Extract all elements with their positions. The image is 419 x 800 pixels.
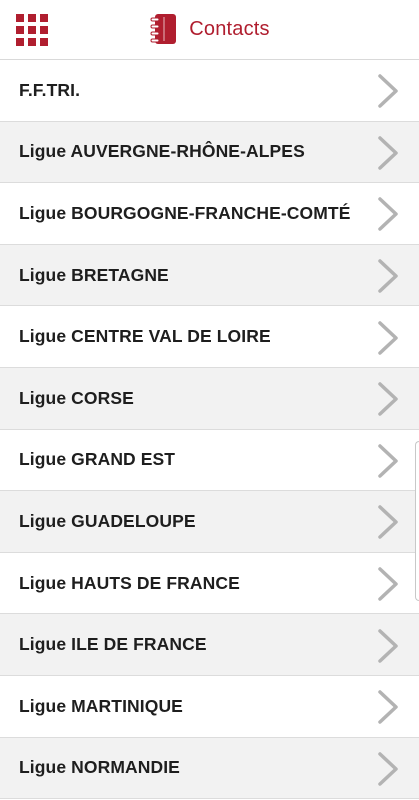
chevron-right-icon [377, 320, 399, 355]
list-item[interactable]: Ligue ILE DE FRANCE [0, 614, 419, 676]
list-item[interactable]: F.F.TRI. [0, 60, 419, 122]
list-item[interactable]: Ligue MARTINIQUE [0, 676, 419, 738]
list-item-label: Ligue GRAND EST [19, 449, 176, 470]
list-item[interactable]: Ligue HAUTS DE FRANCE [0, 553, 419, 615]
chevron-right-icon [377, 444, 399, 478]
list-item[interactable]: Ligue NORMANDIE [0, 737, 419, 800]
list-item[interactable]: Ligue CENTRE VAL DE LOIRE [0, 306, 419, 368]
chevron-right-icon [377, 690, 399, 724]
list-item-label: Ligue HAUTS DE FRANCE [19, 572, 240, 593]
contacts-screen: Contacts F.F.TRI. Ligue AUVERGNE-RHÔNE-AL… [0, 0, 419, 800]
page-title: Contacts [189, 17, 270, 40]
contacts-list: F.F.TRI. Ligue AUVERGNE-RHÔNE-ALPES Ligue … [0, 60, 419, 800]
chevron-right-icon [377, 752, 399, 786]
list-item[interactable]: Ligue GRAND EST [0, 430, 419, 492]
chevron-right-icon [377, 197, 399, 232]
chevron-right-icon [377, 136, 399, 170]
list-item-label: F.F.TRI. [19, 79, 81, 100]
list-item[interactable]: Ligue BOURGOGNE-FRANCHE-COMTÉ [0, 183, 419, 245]
list-item-label: Ligue ILE DE FRANCE [19, 634, 207, 655]
chevron-right-icon [377, 505, 399, 540]
list-item-label: Ligue CENTRE VAL DE LOIRE [19, 326, 271, 347]
list-item-label: Ligue BRETAGNE [19, 264, 169, 285]
list-item-label: Ligue GUADELOUPE [19, 510, 196, 531]
list-item-label: Ligue MARTINIQUE [19, 695, 183, 716]
chevron-right-icon [377, 74, 399, 109]
list-item-label: Ligue BOURGOGNE-FRANCHE-COMTÉ [19, 202, 351, 223]
list-item[interactable]: Ligue AUVERGNE-RHÔNE-ALPES [0, 121, 419, 184]
list-item[interactable]: Ligue GUADELOUPE [0, 491, 419, 553]
contacts-notebook-icon [149, 13, 179, 45]
list-item-label: Ligue AUVERGNE-RHÔNE-ALPES [19, 141, 305, 162]
chevron-right-icon [377, 382, 399, 417]
list-item[interactable]: Ligue BRETAGNE [0, 244, 419, 307]
chevron-right-icon [377, 628, 399, 663]
scrollbar[interactable] [415, 441, 419, 601]
page-title-group: Contacts [0, 0, 419, 58]
chevron-right-icon [377, 567, 399, 601]
top-bar: Contacts [0, 0, 419, 60]
list-item-label: Ligue CORSE [19, 387, 134, 408]
list-item-label: Ligue NORMANDIE [19, 757, 180, 778]
chevron-right-icon [377, 259, 399, 293]
list-item[interactable]: Ligue CORSE [0, 367, 419, 430]
